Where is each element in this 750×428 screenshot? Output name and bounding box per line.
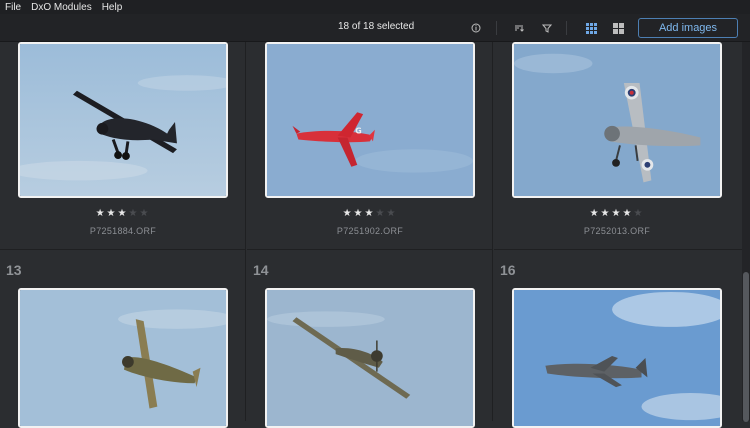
info-icon[interactable] [468,20,484,36]
sort-icon[interactable] [511,20,527,36]
compare-view-icon[interactable] [610,20,626,36]
image-index: 13 [6,262,22,278]
star-icon: ★ [139,208,151,219]
menu-help[interactable]: Help [102,2,123,13]
file-name: P7251902.ORF [336,226,404,236]
image-cell[interactable]: ★★★★★ P7252013.ORF [494,42,742,250]
menu-bar: File DxO Modules Help [0,0,750,14]
star-icon: ★ [106,208,118,219]
image-cell[interactable]: ★★★★★ P7251884.ORF [0,42,246,250]
file-name: P7252013.ORF [583,226,651,236]
image-thumbnail[interactable] [265,288,475,428]
scroll-thumb[interactable] [743,272,749,422]
star-icon: ★ [95,208,107,219]
add-images-button[interactable]: Add images [638,18,738,38]
star-icon: ★ [375,208,387,219]
image-index: 14 [253,262,269,278]
image-thumbnail[interactable] [512,42,722,198]
star-icon: ★ [353,208,365,219]
selection-count: 18 of 18 selected [338,21,415,32]
star-rating[interactable]: ★★★★★ [494,208,740,219]
filter-icon[interactable] [539,20,555,36]
image-cell[interactable]: G ★★★★★ P7251902.ORF [247,42,493,250]
toolbar-separator [496,21,497,35]
star-icon: ★ [386,208,398,219]
star-rating[interactable]: ★★★★★ [0,208,246,219]
star-icon: ★ [611,208,623,219]
image-cell[interactable]: 16 [494,250,742,428]
image-thumbnail[interactable] [18,288,228,428]
scrollbar[interactable] [742,42,750,422]
image-cell[interactable]: 14 [247,250,493,428]
image-thumbnail[interactable]: G [265,42,475,198]
star-icon: ★ [622,208,634,219]
image-index: 16 [500,262,516,278]
star-icon: ★ [128,208,140,219]
star-icon: ★ [364,208,376,219]
menu-dxo-modules[interactable]: DxO Modules [31,2,92,13]
star-rating[interactable]: ★★★★★ [247,208,493,219]
grid-view-icon[interactable] [583,20,599,36]
star-icon: ★ [633,208,645,219]
star-icon: ★ [600,208,612,219]
image-thumbnail[interactable] [512,288,722,428]
toolbar-separator [566,21,567,35]
star-icon: ★ [589,208,601,219]
image-cell[interactable]: 13 [0,250,246,428]
image-thumbnail[interactable] [18,42,228,198]
star-icon: ★ [117,208,129,219]
toolbar: 18 of 18 selected Add images [0,14,750,42]
image-grid: ★★★★★ P7251884.ORF G ★★★★★ P7251902.ORF [0,42,742,428]
file-name: P7251884.ORF [89,226,157,236]
svg-text:G: G [355,127,361,136]
menu-file[interactable]: File [5,2,21,13]
star-icon: ★ [342,208,354,219]
